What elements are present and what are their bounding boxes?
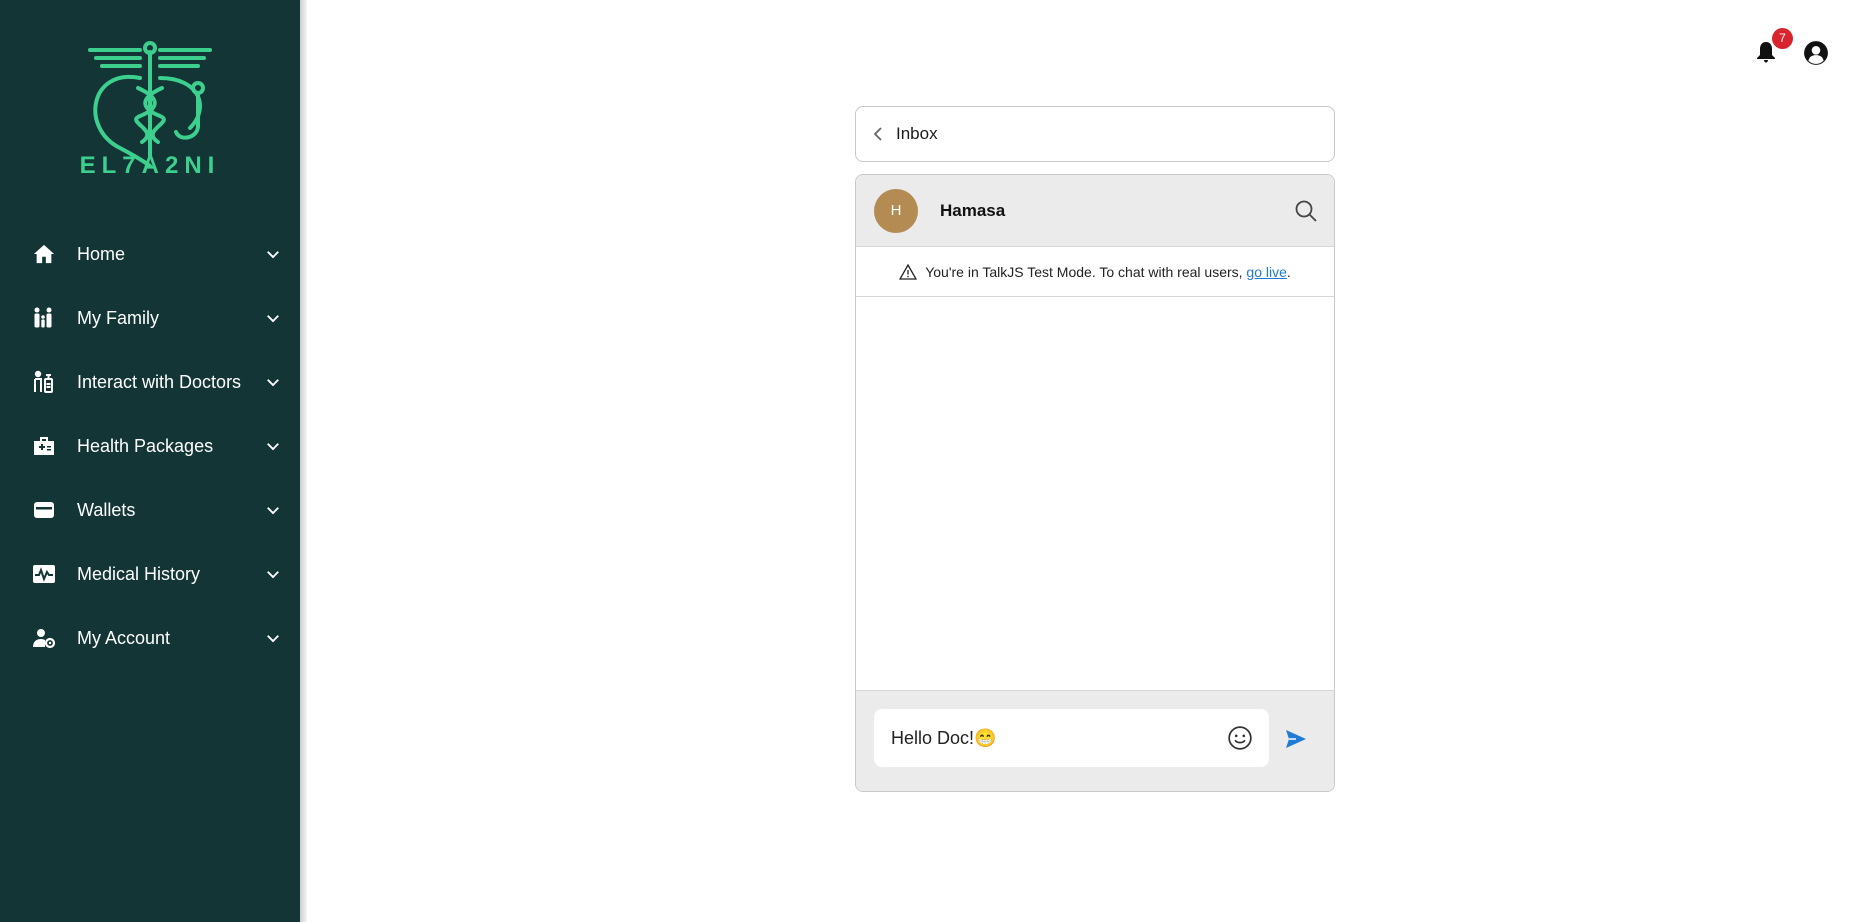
user-avatar-icon[interactable] (1803, 40, 1829, 66)
chevron-down-icon (267, 507, 279, 515)
sidebar-item-label: Medical History (77, 563, 201, 584)
test-mode-banner: You're in TalkJS Test Mode. To chat with… (856, 247, 1334, 297)
message-list (856, 297, 1334, 691)
message-composer: Hello Doc!😁 (856, 691, 1334, 791)
user-settings-icon (32, 626, 56, 650)
search-icon[interactable] (1294, 199, 1318, 223)
chevron-left-icon (873, 127, 882, 141)
message-input[interactable]: Hello Doc!😁 (874, 709, 1269, 767)
medical-kit-icon (32, 434, 56, 458)
sidebar-nav: Home My Family Interact with Doctors Hea… (0, 222, 300, 670)
sidebar: EL7A2NI Home My Family Interact with Doc… (0, 0, 306, 922)
sidebar-item-label: My Account (77, 627, 171, 648)
chevron-down-icon (267, 443, 279, 451)
family-icon (32, 306, 56, 330)
banner-end: . (1286, 263, 1291, 280)
banner-text: You're in TalkJS Test Mode. To chat with… (925, 263, 1243, 280)
chat-window: H Hamasa You're in TalkJS Test Mode. To … (855, 174, 1335, 792)
home-icon (32, 242, 56, 266)
doctor-icon (32, 370, 56, 394)
sidebar-item-interact-with-doctors[interactable]: Interact with Doctors (0, 350, 300, 414)
chat-participant-name: Hamasa (940, 200, 1006, 220)
notification-badge: 7 (1772, 28, 1793, 49)
warning-icon (899, 263, 918, 280)
chevron-down-icon (267, 635, 279, 643)
sidebar-item-label: Health Packages (77, 435, 214, 456)
sidebar-item-label: Home (77, 243, 126, 264)
sidebar-item-medical-history[interactable]: Medical History (0, 542, 300, 606)
heartbeat-chart-icon (32, 562, 56, 586)
chevron-down-icon (267, 251, 279, 259)
chevron-down-icon (267, 379, 279, 387)
chevron-down-icon (267, 315, 279, 323)
emoji-picker-icon[interactable] (1227, 725, 1253, 751)
inbox-label: Inbox (896, 124, 938, 143)
send-icon[interactable] (1284, 727, 1308, 751)
message-input-text[interactable]: Hello Doc!😁 (891, 728, 1227, 749)
message-input-value: Hello Doc! (891, 727, 975, 748)
go-live-link[interactable]: go live (1246, 264, 1286, 280)
sidebar-item-label: Interact with Doctors (77, 371, 242, 392)
inbox-back-button[interactable]: Inbox (855, 106, 1335, 162)
avatar: H (874, 188, 918, 233)
wallet-icon (32, 498, 56, 522)
sidebar-item-my-account[interactable]: My Account (0, 606, 300, 670)
sidebar-item-home[interactable]: Home (0, 222, 300, 286)
grin-emoji: 😁 (974, 727, 997, 748)
sidebar-item-health-packages[interactable]: Health Packages (0, 414, 300, 478)
sidebar-item-label: My Family (77, 307, 159, 328)
sidebar-divider (300, 0, 307, 922)
sidebar-item-my-family[interactable]: My Family (0, 286, 300, 350)
chevron-down-icon (267, 571, 279, 579)
sidebar-item-wallets[interactable]: Wallets (0, 478, 300, 542)
brand-name: EL7A2NI (79, 152, 221, 179)
chat-header: H Hamasa (856, 175, 1334, 247)
sidebar-item-label: Wallets (77, 499, 136, 520)
